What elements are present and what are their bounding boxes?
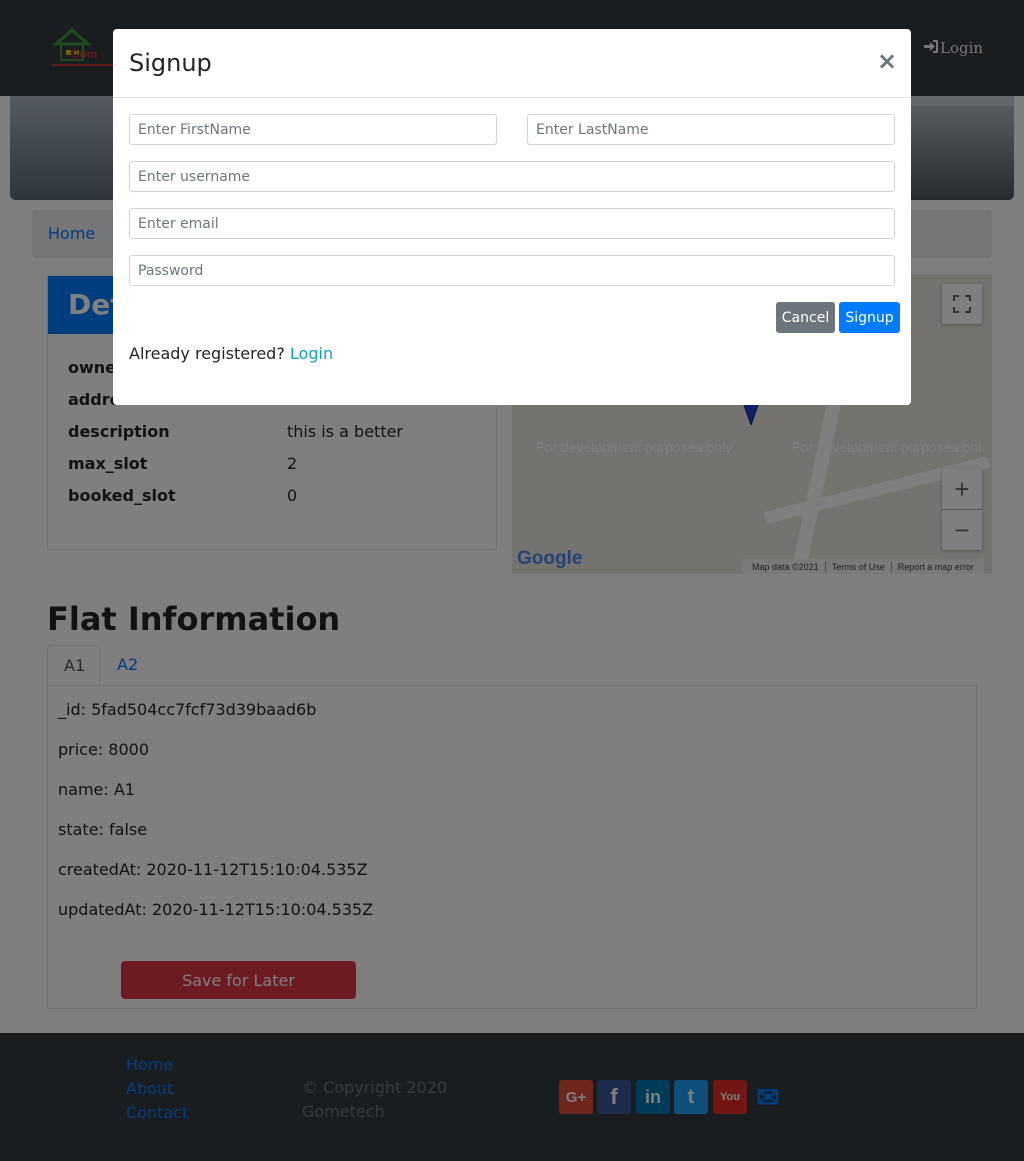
password-input[interactable] <box>129 255 895 286</box>
cancel-button[interactable]: Cancel <box>776 302 835 333</box>
login-link[interactable]: Login <box>290 344 333 363</box>
signup-button[interactable]: Signup <box>839 302 900 333</box>
modal-title: Signup <box>129 49 212 77</box>
modal-header: Signup × <box>113 29 911 98</box>
email-input[interactable] <box>129 208 895 239</box>
already-registered-text: Already registered? Login <box>129 344 333 363</box>
lastname-input[interactable] <box>527 114 895 145</box>
username-input[interactable] <box>129 161 895 192</box>
close-button[interactable]: × <box>877 47 897 75</box>
already-registered-label: Already registered? <box>129 344 285 363</box>
firstname-input[interactable] <box>129 114 497 145</box>
signup-modal: Signup × Cancel Signup Already registere… <box>113 29 911 405</box>
